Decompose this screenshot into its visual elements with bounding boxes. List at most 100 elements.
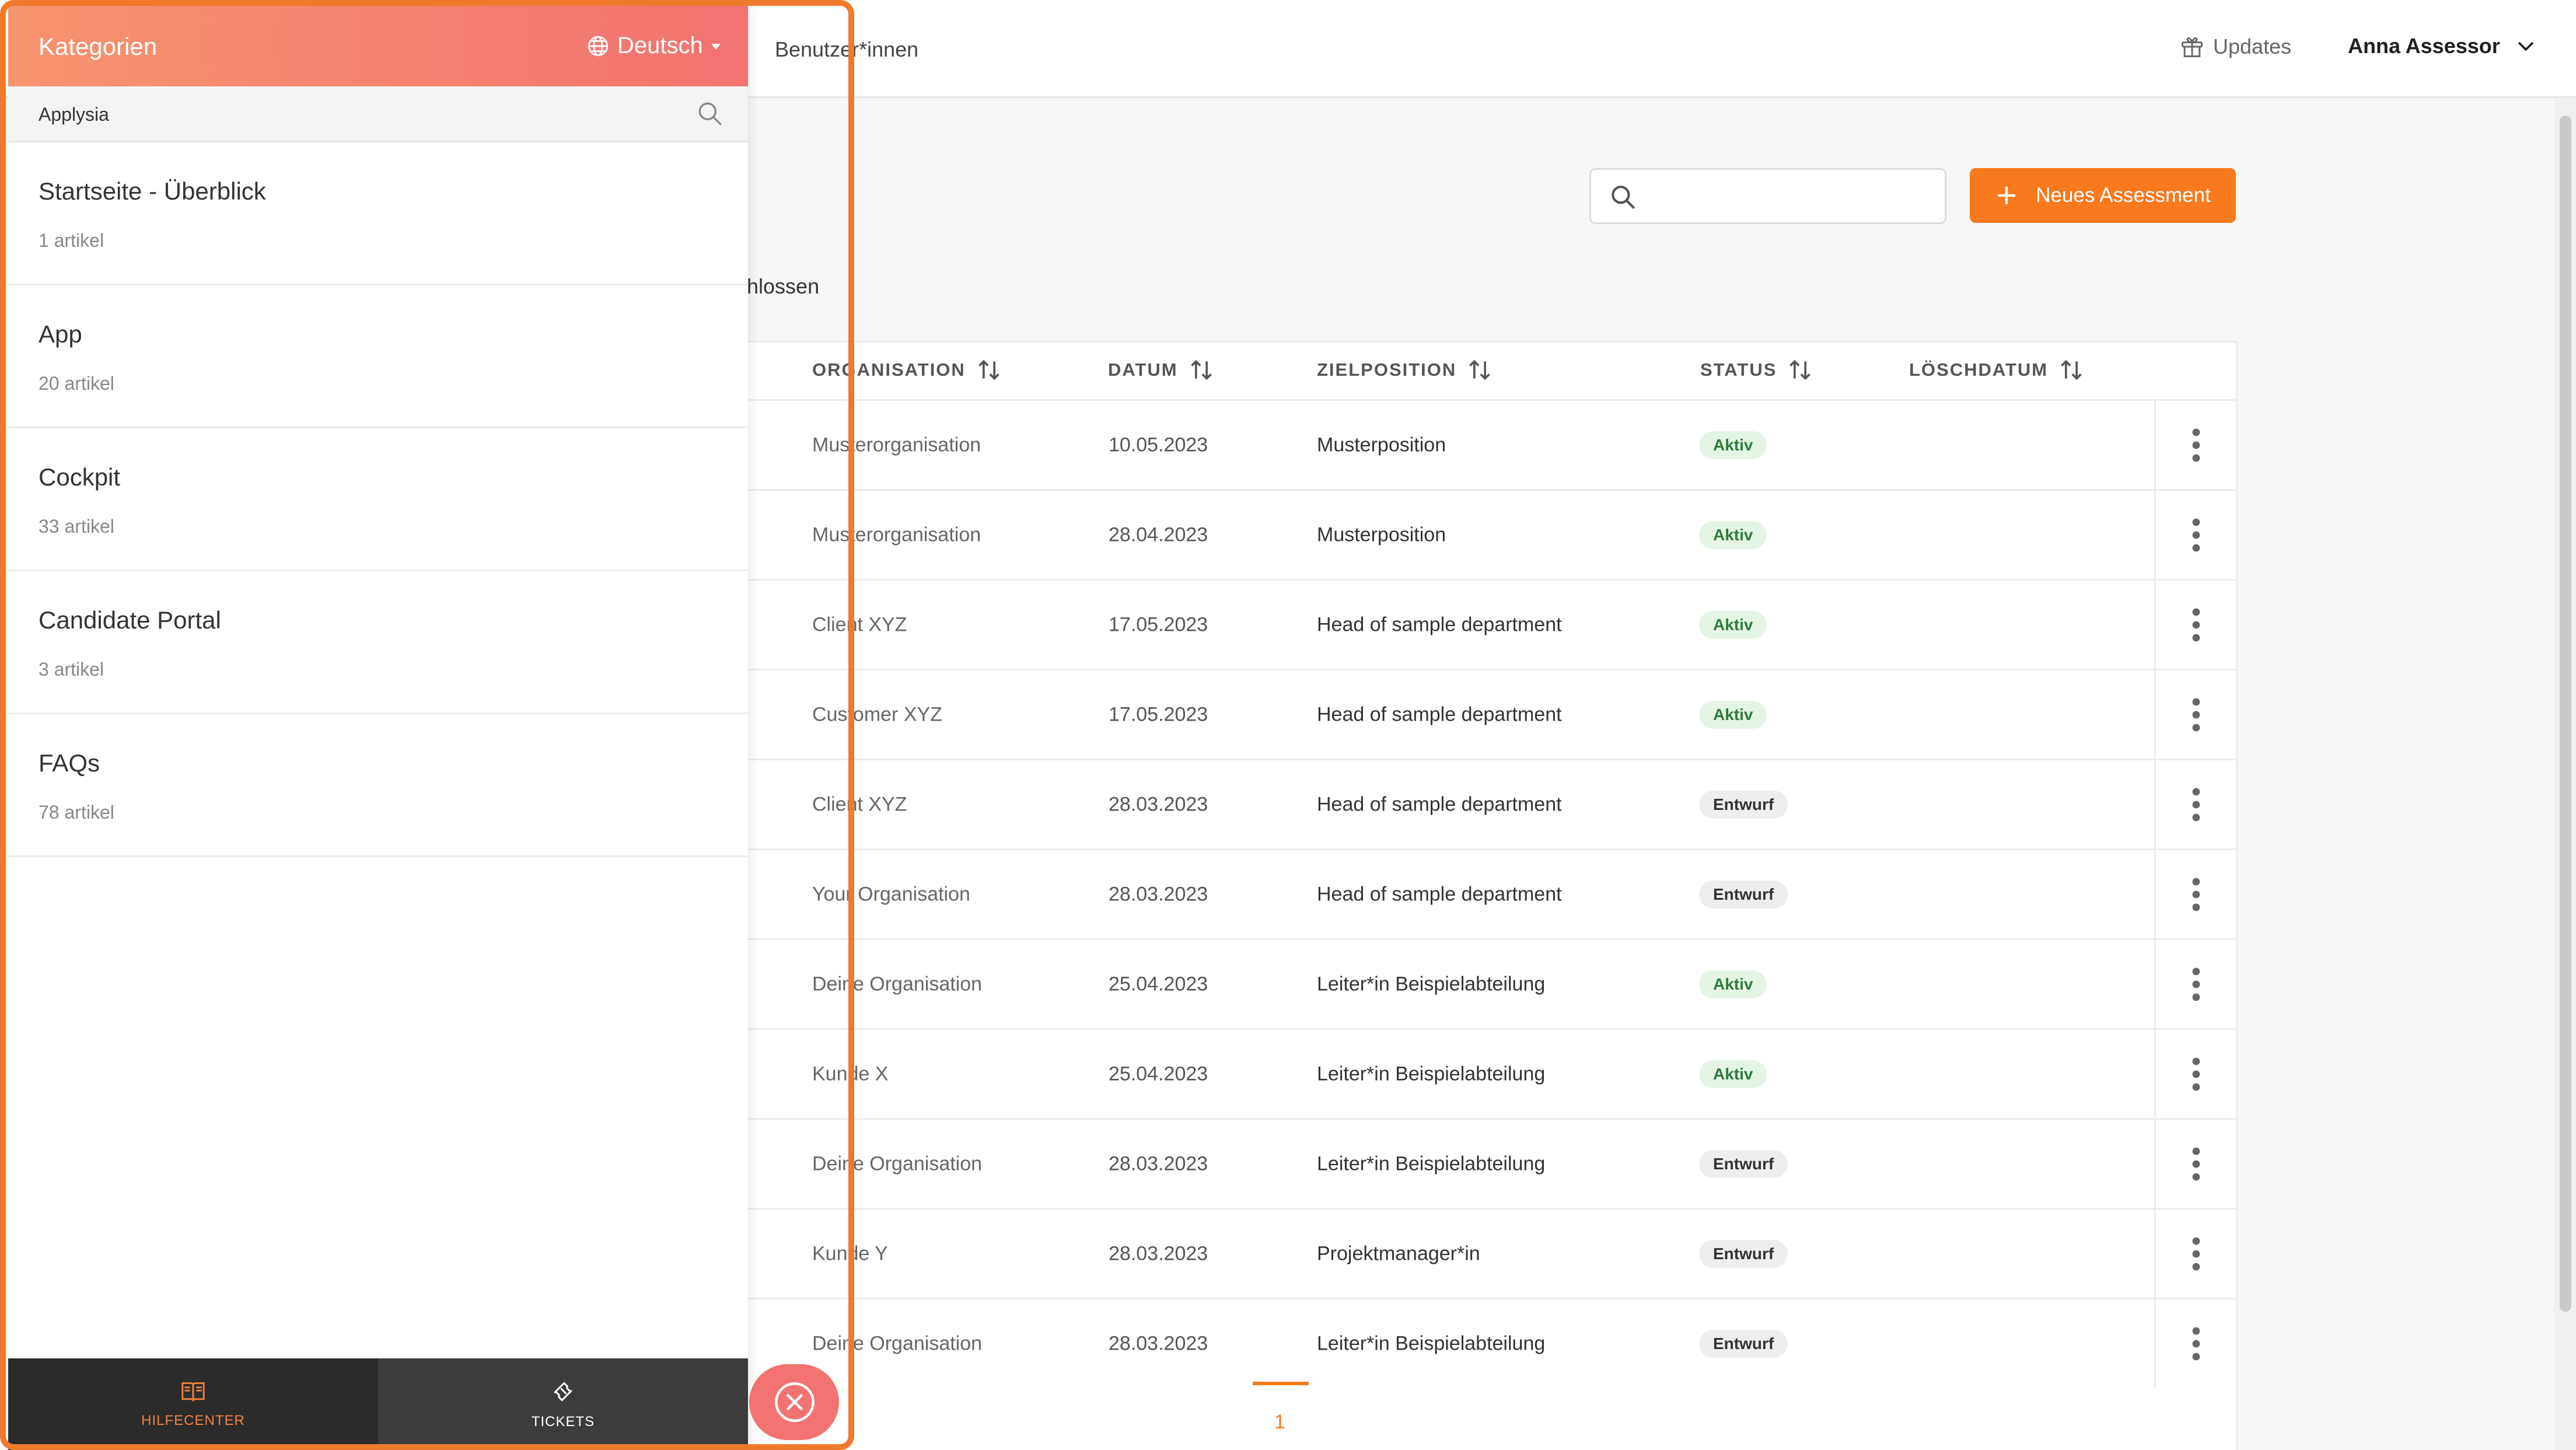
- status-badge: Aktiv: [1699, 431, 1767, 459]
- category-item[interactable]: Startseite - Überblick 1 artikel: [8, 142, 748, 285]
- help-title: Kategorien: [39, 33, 158, 60]
- sort-icon: [2061, 359, 2082, 380]
- search-icon[interactable]: [695, 99, 725, 128]
- more-vertical-icon[interactable]: [2190, 1326, 2202, 1361]
- scrollbar-thumb[interactable]: [2560, 116, 2571, 1312]
- more-vertical-icon[interactable]: [2190, 1147, 2202, 1182]
- table-row[interactable]: Deine Organisation 28.03.2023 Leiter*in …: [700, 1298, 2238, 1388]
- table-row[interactable]: Client XYZ 17.05.2023 Head of sample dep…: [700, 579, 2238, 669]
- table-row[interactable]: Deine Organisation 25.04.2023 Leiter*in …: [700, 938, 2238, 1028]
- row-date: 10.05.2023: [1109, 434, 1208, 456]
- status-badge: Entwurf: [1699, 1239, 1788, 1268]
- status-badge: Entwurf: [1699, 1329, 1788, 1358]
- row-date: 28.03.2023: [1109, 1242, 1208, 1264]
- help-search-input[interactable]: Applysia: [8, 86, 748, 142]
- table-row[interactable]: Customer XYZ 17.05.2023 Head of sample d…: [700, 669, 2238, 759]
- more-vertical-icon[interactable]: [2190, 518, 2202, 553]
- header-status-label: STATUS: [1700, 359, 1777, 380]
- updates-button[interactable]: Updates: [2179, 34, 2291, 60]
- sort-icon: [1190, 359, 1212, 380]
- header-loeschdatum-label: LÖSCHDATUM: [1909, 359, 2049, 380]
- category-item[interactable]: Cockpit 33 artikel: [8, 428, 748, 571]
- search-icon: [1612, 186, 1635, 209]
- category-item[interactable]: Candidate Portal 3 artikel: [8, 571, 748, 714]
- row-position: Head of sample department: [1317, 613, 1562, 635]
- row-organisation: Your Organisation: [812, 883, 970, 905]
- row-organisation: Deine Organisation: [812, 1152, 983, 1175]
- tab-closed[interactable]: hlossen: [747, 274, 819, 299]
- row-organisation: Musterorganisation: [812, 434, 981, 456]
- more-vertical-icon[interactable]: [2190, 607, 2202, 642]
- row-date: 25.04.2023: [1109, 1063, 1208, 1085]
- row-organisation: Deine Organisation: [812, 1332, 983, 1354]
- header-datum[interactable]: DATUM: [1108, 357, 1214, 383]
- header-zielposition[interactable]: ZIELPOSITION: [1317, 357, 1493, 383]
- row-status: Entwurf: [1699, 1329, 1788, 1358]
- caret-down-icon: [711, 43, 721, 50]
- status-badge: Aktiv: [1699, 610, 1767, 639]
- more-vertical-icon[interactable]: [2190, 877, 2202, 912]
- close-help-button[interactable]: [749, 1364, 839, 1440]
- category-name: App: [39, 320, 82, 348]
- row-date: 17.05.2023: [1109, 613, 1208, 635]
- new-assessment-button[interactable]: Neues Assessment: [1970, 168, 2236, 223]
- header-zielposition-label: ZIELPOSITION: [1317, 359, 1457, 380]
- table-row[interactable]: Musterorganisation 28.04.2023 Musterposi…: [700, 489, 2238, 579]
- row-date: 28.03.2023: [1109, 793, 1208, 815]
- helpcenter-label: HILFECENTER: [141, 1412, 245, 1428]
- row-organisation: Client XYZ: [812, 793, 907, 815]
- row-organisation: Client XYZ: [812, 613, 907, 635]
- row-status: Aktiv: [1699, 1060, 1767, 1088]
- row-divider: [2154, 1210, 2156, 1298]
- assessment-search-input[interactable]: [1589, 168, 1946, 224]
- category-article-count: 33 artikel: [39, 516, 114, 537]
- header-loeschdatum[interactable]: LÖSCHDATUM: [1909, 357, 2084, 383]
- header-status[interactable]: STATUS: [1700, 357, 1813, 383]
- table-row[interactable]: Your Organisation 28.03.2023 Head of sam…: [700, 848, 2238, 938]
- gift-icon: [2182, 37, 2203, 57]
- language-label: Deutsch: [617, 33, 703, 58]
- new-assessment-label: Neues Assessment: [2036, 184, 2211, 207]
- language-selector[interactable]: Deutsch: [586, 33, 722, 59]
- user-name: Anna Assessor: [2348, 34, 2500, 58]
- row-divider: [2154, 850, 2156, 938]
- table-row[interactable]: Kunde Y 28.03.2023 Projektmanager*in Ent…: [700, 1208, 2238, 1298]
- row-organisation: Kunde X: [812, 1063, 889, 1085]
- user-menu[interactable]: Anna Assessor: [2348, 34, 2536, 58]
- more-vertical-icon[interactable]: [2190, 787, 2202, 822]
- row-position: Head of sample department: [1317, 883, 1562, 905]
- table-row[interactable]: Deine Organisation 28.03.2023 Leiter*in …: [700, 1118, 2238, 1208]
- category-item[interactable]: FAQs 78 artikel: [8, 714, 748, 857]
- table-row[interactable]: Kunde X 25.04.2023 Leiter*in Beispielabt…: [700, 1028, 2238, 1118]
- row-status: Entwurf: [1699, 1149, 1788, 1178]
- tickets-tab[interactable]: TICKETS: [378, 1358, 748, 1450]
- more-vertical-icon[interactable]: [2190, 697, 2202, 732]
- row-divider: [2154, 1030, 2156, 1118]
- row-position: Leiter*in Beispielabteilung: [1317, 1063, 1546, 1085]
- help-header: Kategorien Deutsch: [8, 6, 748, 86]
- header-organisation[interactable]: ORGANISATION: [812, 357, 1002, 383]
- row-position: Musterposition: [1317, 434, 1446, 456]
- row-status: Entwurf: [1699, 790, 1788, 819]
- row-date: 28.04.2023: [1109, 523, 1208, 546]
- row-organisation: Customer XYZ: [812, 703, 942, 725]
- nav-users-link[interactable]: Benutzer*innen: [775, 37, 918, 62]
- row-status: Aktiv: [1699, 431, 1767, 459]
- category-name: FAQs: [39, 749, 100, 777]
- row-organisation: Kunde Y: [812, 1242, 888, 1264]
- table-row[interactable]: Musterorganisation 10.05.2023 Musterposi…: [700, 399, 2238, 489]
- more-vertical-icon[interactable]: [2190, 1057, 2202, 1092]
- updates-label: Updates: [2213, 34, 2292, 58]
- category-item[interactable]: App 20 artikel: [8, 285, 748, 428]
- row-position: Projektmanager*in: [1317, 1242, 1480, 1264]
- more-vertical-icon[interactable]: [2190, 967, 2202, 1002]
- helpcenter-tab[interactable]: HILFECENTER: [8, 1358, 378, 1450]
- pagination-page-1[interactable]: 1: [1274, 1411, 1285, 1434]
- more-vertical-icon[interactable]: [2190, 1236, 2202, 1271]
- status-badge: Entwurf: [1699, 790, 1788, 819]
- help-center-panel: Kategorien Deutsch Applysia Startseite -…: [8, 6, 748, 1450]
- more-vertical-icon[interactable]: [2190, 428, 2202, 463]
- table-row[interactable]: Client XYZ 28.03.2023 Head of sample dep…: [700, 759, 2238, 848]
- category-article-count: 3 artikel: [39, 659, 104, 680]
- page-scrollbar[interactable]: [2554, 98, 2576, 1450]
